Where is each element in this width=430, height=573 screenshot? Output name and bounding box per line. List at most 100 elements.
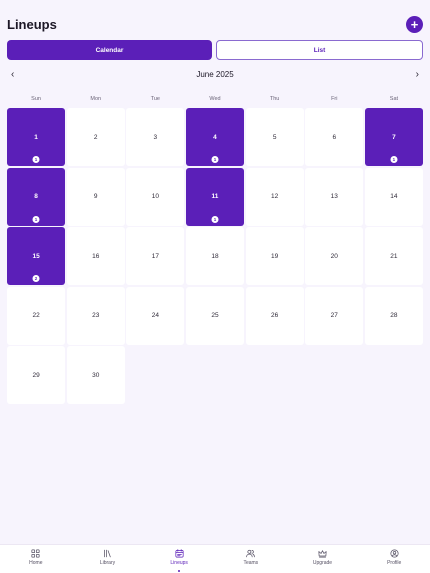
day-number: 11 — [211, 193, 219, 200]
calendar-day-with-lineup[interactable]: 41 — [185, 108, 245, 166]
lineup-count-badge: 1 — [32, 156, 40, 163]
day-number: 27 — [330, 312, 338, 319]
calendar-day[interactable]: 9 — [66, 167, 125, 226]
day-number: 29 — [32, 371, 40, 379]
day-number: 4 — [213, 133, 217, 141]
calendar-day[interactable]: 13 — [305, 167, 364, 226]
calendar-view-tab[interactable]: Calendar — [7, 40, 212, 60]
lineup-count-badge: 2 — [32, 275, 40, 282]
day-number: 16 — [92, 252, 100, 260]
calendar-day-with-lineup[interactable]: 81 — [7, 167, 66, 226]
lineup-count-badge: 1 — [390, 156, 398, 163]
day-number: 17 — [151, 252, 159, 260]
add-lineup-button[interactable]: + — [406, 16, 423, 33]
calendar-day[interactable]: 21 — [364, 227, 423, 285]
list-view-tab[interactable]: List — [216, 40, 423, 60]
day-number: 5 — [272, 133, 277, 141]
home-grid-icon — [31, 549, 40, 558]
calendar-day[interactable]: 25 — [185, 286, 245, 345]
calendar-day[interactable]: 28 — [364, 286, 423, 345]
calendar-day[interactable]: 20 — [305, 227, 364, 285]
tab-home[interactable]: Home — [0, 545, 72, 573]
calendar-day-with-lineup[interactable]: 15 2 — [7, 227, 66, 285]
day-number: 30 — [92, 371, 100, 379]
library-icon — [104, 549, 111, 558]
day-number: 8 — [34, 193, 38, 200]
calendar-day[interactable]: 3 — [126, 108, 185, 166]
weekday-label: Fri — [331, 96, 338, 102]
calendar-day[interactable]: 30 — [66, 346, 125, 404]
calendar-grid: 1 1 2 3 4 1 5 6 7 1 8 1 9 10 11 1 12 13 14 15 2 16 17 18 19 20 21 2… — [7, 108, 423, 404]
day-number: 23 — [92, 312, 100, 319]
day-number: 3 — [153, 133, 158, 141]
day-number: 9 — [93, 193, 98, 200]
weekday-label: Sat — [389, 96, 399, 102]
day-number: 7 — [392, 133, 396, 141]
day-number: 22 — [32, 312, 40, 319]
tab-profile[interactable]: Profile — [358, 545, 430, 573]
day-number: 25 — [211, 312, 219, 319]
calendar-icon — [175, 549, 184, 558]
calendar-day[interactable]: 6 — [305, 108, 364, 166]
header: Lineups + — [7, 15, 423, 39]
tab-lineups[interactable]: Lineups — [143, 545, 215, 573]
day-number: 26 — [271, 312, 279, 319]
lineup-count-badge: 1 — [32, 215, 40, 223]
weekday-label: Mon — [90, 96, 102, 102]
calendar-day[interactable]: 10 — [126, 167, 185, 226]
lineup-count-badge: 1 — [211, 156, 219, 163]
day-number: 13 — [330, 193, 338, 200]
next-month-button[interactable]: › — [416, 68, 419, 82]
tab-upgrade[interactable]: Upgrade — [287, 545, 359, 573]
calendar-day[interactable]: 19 — [245, 227, 304, 285]
day-number: 2 — [93, 133, 98, 141]
day-number: 20 — [330, 252, 338, 260]
day-number: 10 — [151, 193, 159, 200]
day-number: 14 — [390, 193, 398, 200]
crown-icon — [318, 550, 327, 558]
day-number: 28 — [390, 312, 398, 319]
view-toggle: Calendar List — [7, 40, 423, 60]
calendar-day[interactable]: 5 — [245, 108, 304, 166]
day-number: 19 — [271, 252, 279, 260]
tab-label: Profile — [387, 560, 402, 566]
active-tab-indicator — [178, 570, 181, 572]
calendar-day[interactable]: 16 — [66, 227, 125, 285]
calendar-day[interactable]: 27 — [305, 286, 364, 345]
weekday-label: Thu — [269, 96, 280, 102]
calendar-day[interactable]: 2 — [66, 108, 125, 166]
tab-library[interactable]: Library — [72, 545, 144, 573]
day-number: 6 — [332, 133, 337, 141]
bottom-tab-bar: Home Library Lineups Teams Upgrade Profile — [0, 544, 430, 573]
users-icon — [246, 549, 256, 558]
calendar-day[interactable]: 12 — [245, 167, 304, 226]
calendar-day[interactable]: 17 — [126, 227, 185, 285]
calendar-day[interactable]: 18 — [185, 227, 245, 285]
weekday-header: Sun Mon Tue Wed Thu Fri Sat — [7, 96, 423, 106]
calendar-day-with-lineup[interactable]: 71 — [364, 108, 423, 166]
day-number: 18 — [211, 252, 219, 260]
tab-label: Upgrade — [312, 560, 333, 566]
tab-label: Teams — [243, 560, 259, 566]
weekday-label: Tue — [150, 96, 160, 102]
month-navigation: ‹ June 2025 › — [7, 68, 423, 82]
tab-label: Lineups — [170, 560, 188, 566]
month-label: June 2025 — [196, 70, 234, 79]
weekday-label: Sun — [31, 96, 41, 102]
calendar-day[interactable]: 24 — [126, 286, 185, 345]
calendar-day-with-lineup[interactable]: 11 — [7, 108, 66, 166]
lineup-count-badge: 1 — [211, 215, 219, 223]
calendar-day[interactable]: 26 — [245, 286, 304, 345]
calendar-day-with-lineup[interactable]: 11 1 — [185, 167, 245, 226]
calendar-day[interactable]: 23 — [66, 286, 125, 345]
calendar-day[interactable]: 29 — [7, 346, 66, 404]
page-title: Lineups — [7, 17, 57, 32]
calendar-day[interactable]: 22 — [7, 286, 66, 345]
day-number: 12 — [271, 193, 279, 200]
day-number: 21 — [390, 252, 398, 260]
profile-icon — [390, 549, 399, 558]
tab-label: Library — [99, 560, 116, 566]
tab-teams[interactable]: Teams — [215, 545, 287, 573]
tab-label: Home — [29, 560, 43, 566]
calendar-day[interactable]: 14 — [364, 167, 423, 226]
